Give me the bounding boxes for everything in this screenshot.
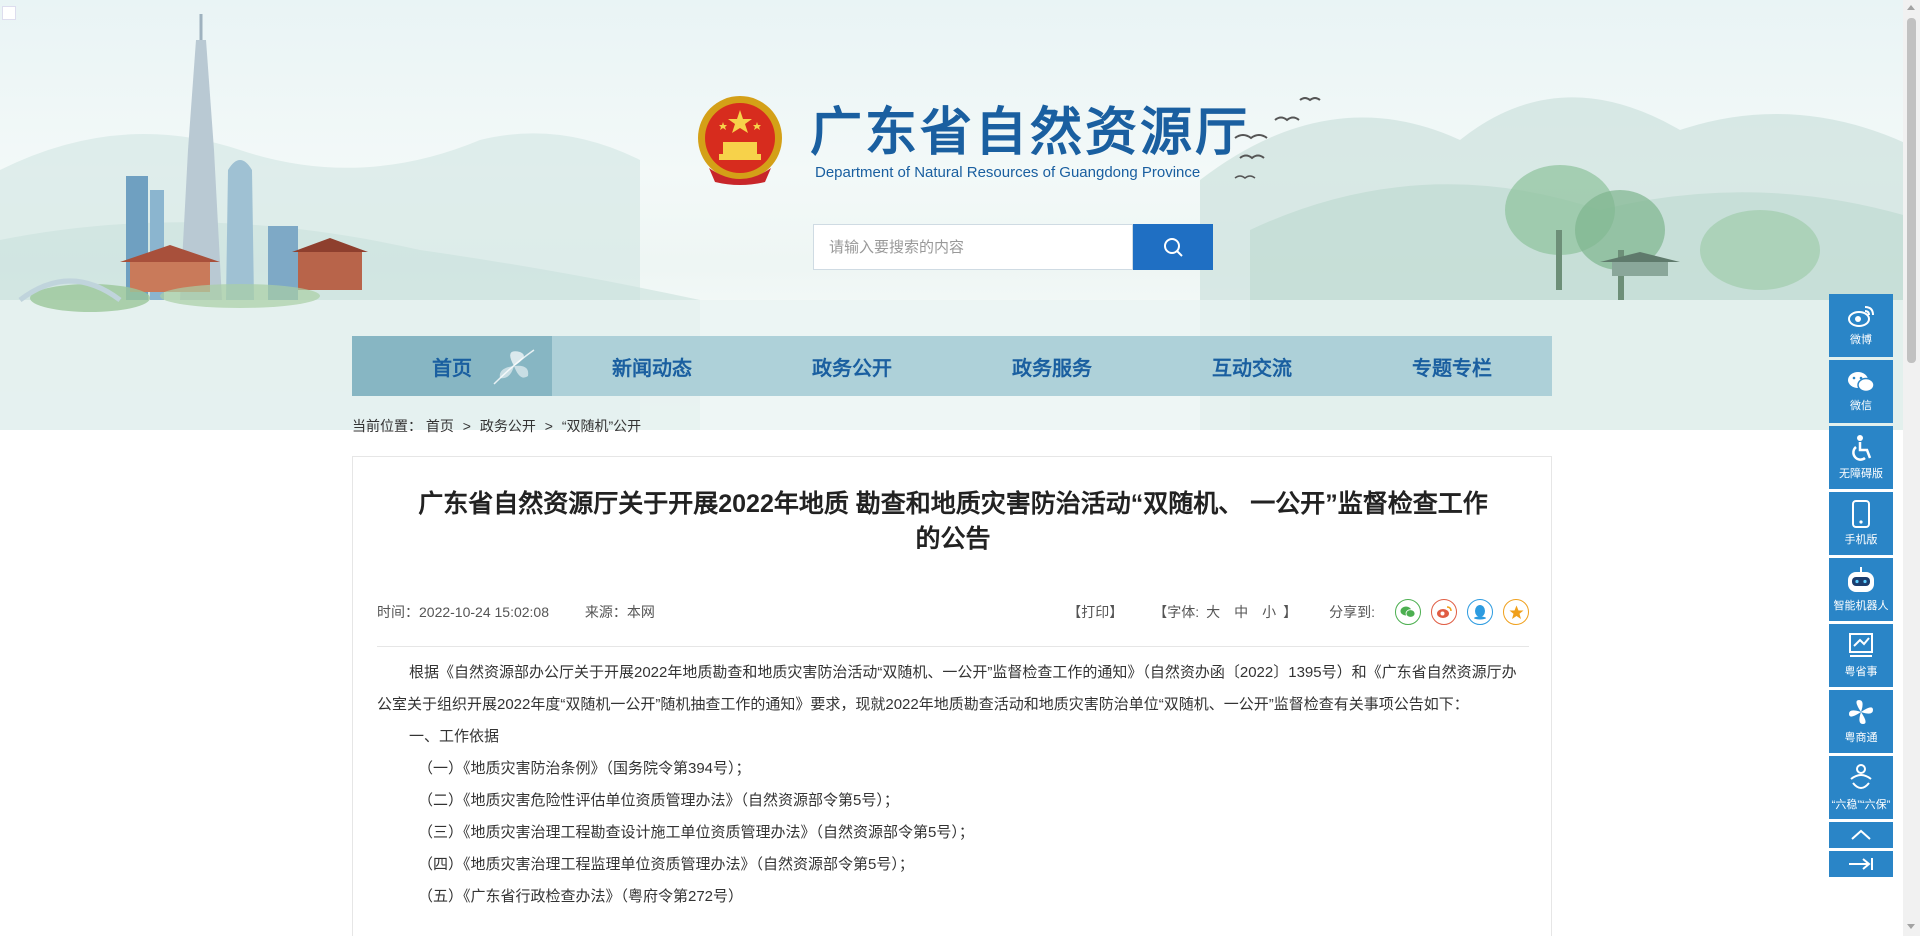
share-label: 分享到: bbox=[1329, 604, 1375, 620]
article-title: 广东省自然资源厅关于开展2022年地质 勘查和地质灾害防治活动“双随机、 一公开… bbox=[377, 487, 1529, 557]
nav-item-label: 首页 bbox=[432, 357, 472, 380]
font-size-label: 【字体: bbox=[1153, 604, 1200, 620]
corner-box bbox=[2, 6, 16, 20]
main-nav: 首页 新闻动态 政务公开 政务服务 互动交流 专题专栏 bbox=[352, 336, 1552, 396]
float-item-label: 微信 bbox=[1850, 400, 1872, 412]
share-qq-button[interactable] bbox=[1467, 599, 1493, 625]
page: 广东省自然资源厅 Department of Natural Resources… bbox=[0, 0, 1920, 936]
float-weibo-button[interactable]: 微博 bbox=[1829, 294, 1893, 357]
breadcrumb-link-double-random[interactable]: “双随机”公开 bbox=[562, 418, 641, 434]
font-size-medium-button[interactable]: 中 bbox=[1234, 602, 1248, 622]
site-subtitle: Department of Natural Resources of Guang… bbox=[815, 164, 1201, 181]
scroll-up-arrow-icon[interactable] bbox=[1907, 5, 1915, 10]
yueshangtong-icon bbox=[1849, 700, 1873, 724]
nav-item-government-affairs[interactable]: 政务公开 bbox=[752, 336, 952, 396]
weibo-icon bbox=[1848, 306, 1874, 327]
float-item-label: 粤省事 bbox=[1844, 666, 1878, 678]
nav-item-government-services[interactable]: 政务服务 bbox=[952, 336, 1152, 396]
article-list-item: （五）《广东省行政检查办法》（粤府令第272号） bbox=[418, 888, 744, 905]
wechat-icon bbox=[1848, 372, 1875, 393]
float-robot-button[interactable]: 智能机器人 bbox=[1829, 558, 1893, 621]
float-accessibility-button[interactable]: 无障碍版 bbox=[1829, 426, 1893, 489]
wechat-icon bbox=[1400, 606, 1416, 618]
accessibility-icon bbox=[1852, 435, 1872, 461]
robot-icon bbox=[1848, 567, 1874, 592]
font-size-small-button[interactable]: 小 bbox=[1262, 602, 1276, 622]
nav-item-label: 新闻动态 bbox=[612, 357, 692, 380]
breadcrumb-link-home[interactable]: 首页 bbox=[426, 418, 454, 434]
collapse-sidebar-button[interactable] bbox=[1829, 851, 1893, 877]
share-favorite-button[interactable] bbox=[1503, 599, 1529, 625]
article-panel: 广东省自然资源厅关于开展2022年地质 勘查和地质灾害防治活动“双随机、 一公开… bbox=[352, 456, 1552, 936]
yueshengshi-icon bbox=[1849, 633, 1873, 657]
article-title-line1: 广东省自然资源厅关于开展2022年地质 勘查和地质灾害防治活动“双随机、 一公开… bbox=[418, 490, 1488, 518]
nav-item-label: 政务公开 bbox=[812, 357, 892, 380]
qq-icon bbox=[1474, 605, 1486, 620]
scrollbar-thumb[interactable] bbox=[1907, 18, 1916, 363]
mobile-icon bbox=[1852, 500, 1870, 528]
float-item-label: 手机版 bbox=[1844, 534, 1878, 546]
nav-item-label: 专题专栏 bbox=[1412, 357, 1492, 380]
font-size-large-button[interactable]: 大 bbox=[1206, 602, 1220, 622]
float-item-label: “六稳”“六保” bbox=[1831, 799, 1891, 811]
float-liuwen-liubao-button[interactable]: “六稳”“六保” bbox=[1829, 756, 1893, 819]
float-item-label: 微博 bbox=[1850, 334, 1872, 346]
float-yueshangtong-button[interactable]: 粤商通 bbox=[1829, 690, 1893, 753]
site-title: 广东省自然资源厅 bbox=[810, 102, 1251, 163]
nav-item-special-topics[interactable]: 专题专栏 bbox=[1352, 336, 1552, 396]
article-tools: 【打印】 【字体: 大 中 小 】 分享到: bbox=[1067, 597, 1529, 627]
search-icon bbox=[1164, 238, 1183, 257]
chevron-up-icon bbox=[1851, 829, 1871, 840]
float-item-label: 粤商通 bbox=[1844, 732, 1878, 744]
article-source: 来源：本网 bbox=[584, 604, 655, 620]
article-intro-paragraph: 根据《自然资源部办公厅关于开展2022年地质勘查和地质灾害防治活动“双随机、一公… bbox=[377, 664, 1517, 713]
float-mobile-button[interactable]: 手机版 bbox=[1829, 492, 1893, 555]
breadcrumb-link-government-affairs[interactable]: 政务公开 bbox=[480, 418, 536, 434]
float-wechat-button[interactable]: 微信 bbox=[1829, 360, 1893, 423]
collapse-right-icon bbox=[1849, 858, 1873, 870]
article-list-item: （四）《地质灾害治理工程监理单位资质管理办法》（自然资源部令第5号）； bbox=[418, 856, 914, 873]
article-list-item: （一）《地质灾害防治条例》（国务院令第394号）； bbox=[418, 760, 751, 777]
article-list-item: （三）《地质灾害治理工程勘查设计施工单位资质管理办法》（自然资源部令第5号）； bbox=[418, 824, 974, 841]
search-input[interactable] bbox=[813, 224, 1133, 270]
weibo-icon bbox=[1437, 606, 1452, 618]
article-list-item: （二）《地质灾害危险性评估单位资质管理办法》（自然资源部令第5号）； bbox=[418, 792, 899, 809]
font-size-close: 】 bbox=[1283, 604, 1298, 620]
float-item-label: 智能机器人 bbox=[1833, 600, 1889, 612]
liuwen-liubao-icon bbox=[1850, 764, 1872, 789]
publish-time: 时间：2022-10-24 15:02:08 bbox=[377, 604, 549, 620]
share-wechat-button[interactable] bbox=[1395, 599, 1421, 625]
article-section-heading: 一、工作依据 bbox=[409, 728, 500, 745]
national-emblem-icon bbox=[695, 92, 785, 188]
nav-item-news[interactable]: 新闻动态 bbox=[552, 336, 752, 396]
print-link[interactable]: 【打印】 bbox=[1067, 602, 1123, 622]
floating-sidebar: 微博 微信 无障碍版 手机版 智能机器人 粤省事 粤商通 “六稳”“六保” bbox=[1829, 294, 1893, 880]
float-yueshengshi-button[interactable]: 粤省事 bbox=[1829, 624, 1893, 687]
page-scrollbar[interactable] bbox=[1903, 0, 1920, 936]
article-meta: 时间：2022-10-24 15:02:08 来源：本网 【打印】 【字体: 大… bbox=[377, 597, 1529, 647]
star-icon bbox=[1509, 605, 1523, 619]
search-button[interactable] bbox=[1133, 224, 1213, 270]
breadcrumb: 当前位置： 首页 > 政务公开 > “双随机”公开 bbox=[352, 416, 641, 436]
breadcrumb-prefix: 当前位置： bbox=[352, 418, 422, 434]
article-body: 根据《自然资源部办公厅关于开展2022年地质勘查和地质灾害防治活动“双随机、一公… bbox=[377, 657, 1529, 913]
share-weibo-button[interactable] bbox=[1431, 599, 1457, 625]
float-item-label: 无障碍版 bbox=[1839, 468, 1883, 480]
breadcrumb-separator: > bbox=[462, 418, 471, 434]
nav-item-home[interactable]: 首页 bbox=[352, 336, 552, 396]
nav-item-label: 互动交流 bbox=[1212, 357, 1292, 380]
article-meta-left: 时间：2022-10-24 15:02:08 来源：本网 bbox=[377, 597, 687, 627]
nav-item-label: 政务服务 bbox=[1012, 357, 1092, 380]
back-to-top-button[interactable] bbox=[1829, 822, 1893, 848]
magnolia-flower-icon bbox=[493, 349, 535, 385]
article-title-line2: 的公告 bbox=[915, 525, 991, 553]
scroll-down-arrow-icon[interactable] bbox=[1907, 924, 1915, 929]
nav-item-interaction[interactable]: 互动交流 bbox=[1152, 336, 1352, 396]
breadcrumb-separator: > bbox=[544, 418, 553, 434]
